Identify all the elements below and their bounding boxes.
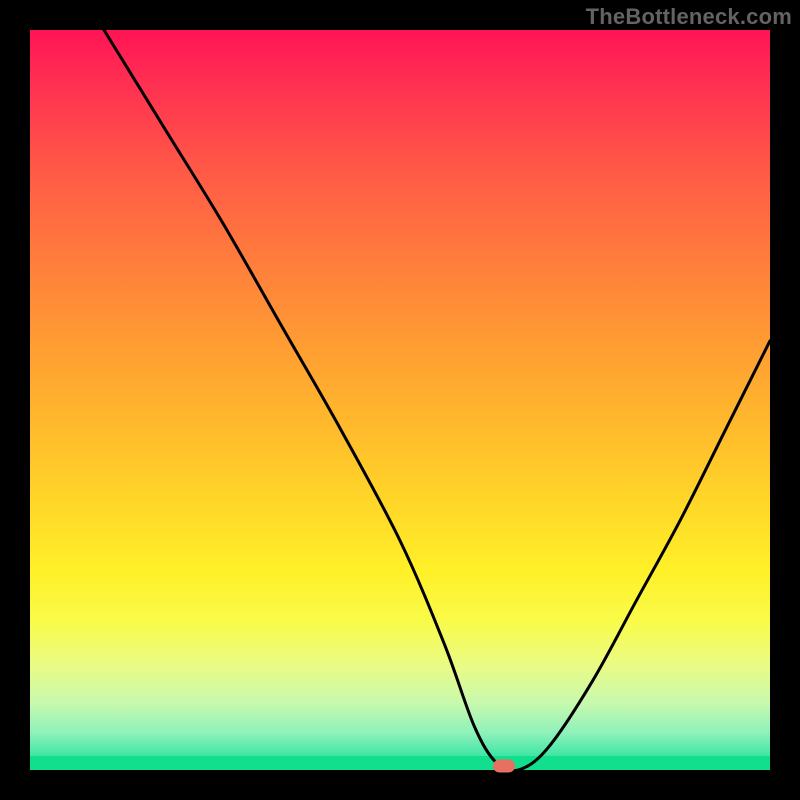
watermark-text: TheBottleneck.com <box>586 4 792 30</box>
optimal-marker <box>493 760 515 773</box>
plot-area <box>30 30 770 770</box>
curve-svg <box>30 30 770 770</box>
bottleneck-curve <box>104 30 770 770</box>
chart-frame: TheBottleneck.com <box>0 0 800 800</box>
